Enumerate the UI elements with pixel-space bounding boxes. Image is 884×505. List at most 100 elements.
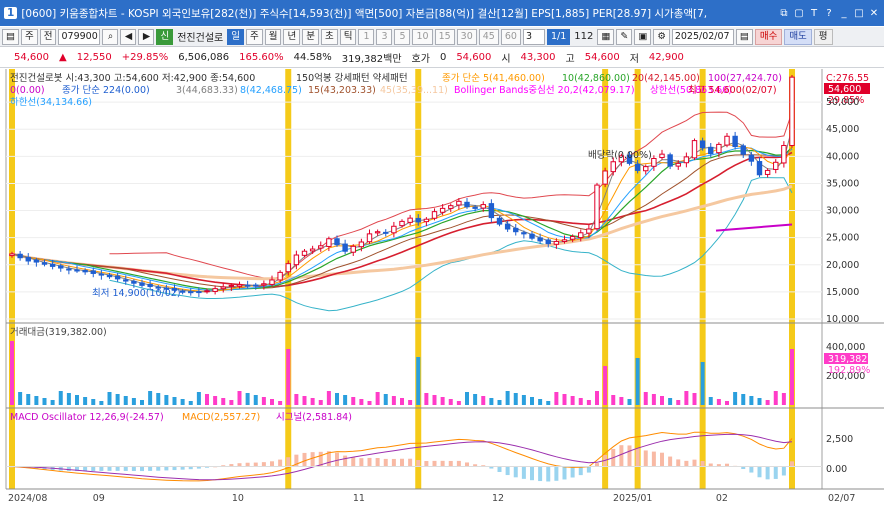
font-icon[interactable]: T bbox=[808, 8, 820, 19]
volume-bar bbox=[456, 401, 461, 405]
volume-tag: 319,382 bbox=[828, 354, 867, 365]
total-select[interactable]: 전 bbox=[39, 28, 57, 45]
help-icon[interactable]: ? bbox=[823, 8, 835, 19]
macd-osc-bar bbox=[343, 455, 348, 467]
candle-down bbox=[513, 227, 519, 233]
volume-bar bbox=[489, 398, 494, 405]
macd-osc-bar bbox=[643, 450, 648, 467]
pin-icon[interactable]: ▢ bbox=[793, 8, 805, 19]
ratio-tag: C:276.55 bbox=[826, 73, 869, 84]
interval-15[interactable]: 15 bbox=[434, 28, 455, 45]
maximize-icon[interactable]: □ bbox=[853, 8, 865, 19]
buy-button[interactable]: 매수 bbox=[754, 28, 783, 45]
price-info-bar: 54,600 ▲ 12,550 +29.85% 6,506,086 165.60… bbox=[0, 48, 884, 68]
candle-up bbox=[789, 76, 795, 146]
candle-down bbox=[634, 163, 641, 171]
candle-down bbox=[488, 203, 495, 219]
candle-up bbox=[659, 153, 665, 159]
interval-45[interactable]: 45 bbox=[478, 28, 499, 45]
macd-osc-bar bbox=[156, 466, 161, 471]
candle-down bbox=[106, 274, 113, 278]
volume-bar bbox=[725, 401, 729, 405]
signal-band bbox=[699, 69, 706, 489]
candle-down bbox=[383, 231, 389, 234]
macd-osc-bar bbox=[773, 466, 778, 479]
volume-bar bbox=[58, 391, 63, 405]
interval-30[interactable]: 30 bbox=[456, 28, 477, 45]
candle-down bbox=[147, 283, 153, 287]
date-input[interactable]: 2025/02/07 bbox=[671, 28, 734, 45]
period-week[interactable]: 주 bbox=[245, 28, 263, 45]
bollinger-lower-legend: 하한선(34,134.66) bbox=[10, 96, 92, 108]
open-price: 43,300 bbox=[520, 52, 556, 63]
interval-3[interactable]: 3 bbox=[376, 28, 393, 45]
candle-up bbox=[456, 200, 462, 206]
restore-icon[interactable]: ⧉ bbox=[778, 8, 790, 19]
macd-osc-bar bbox=[432, 460, 437, 467]
next-stock-icon[interactable]: ▶ bbox=[138, 28, 155, 45]
candle-up bbox=[391, 225, 397, 234]
volume-bar bbox=[310, 398, 315, 405]
candle-down bbox=[342, 243, 348, 252]
chart-area[interactable]: 전진건설로봇 시:43,300 고:54,600 저:42,900 종:54,6… bbox=[0, 69, 884, 505]
interval-1[interactable]: 1 bbox=[358, 28, 375, 45]
candle-up bbox=[309, 248, 316, 252]
candle-up bbox=[602, 170, 608, 185]
chart-menu-icon[interactable]: ▤ bbox=[2, 28, 19, 45]
high-marker: 최고 54,600(02/07) bbox=[688, 85, 777, 96]
chart-grid-icon[interactable]: ▦ bbox=[597, 28, 615, 45]
volume-bar bbox=[668, 398, 673, 405]
interval-5[interactable]: 5 bbox=[394, 28, 411, 45]
sell-button[interactable]: 매도 bbox=[784, 28, 812, 45]
volume-bar bbox=[34, 396, 39, 405]
type-select[interactable]: 주 bbox=[20, 28, 38, 45]
minimize-icon[interactable]: _ bbox=[838, 8, 850, 19]
macd-osc-legend: MACD Oscillator 12,26,9(-24.57) bbox=[10, 412, 164, 423]
price-axis-label: 20,000 bbox=[826, 260, 859, 271]
macd-osc-bar bbox=[440, 460, 445, 467]
volume-bar bbox=[578, 398, 583, 405]
volume-bar bbox=[213, 396, 218, 405]
period-day[interactable]: 일 bbox=[227, 28, 244, 45]
window-number: 1 bbox=[4, 7, 18, 19]
calendar-icon[interactable]: ▤ bbox=[735, 28, 753, 45]
prev-stock-icon[interactable]: ◀ bbox=[120, 28, 137, 45]
ma20-legend: 20(42,145.00) bbox=[632, 73, 700, 84]
settings-icon[interactable]: ⚙ bbox=[653, 28, 670, 45]
eval-button[interactable]: 평 bbox=[813, 28, 833, 45]
stock-code-input[interactable]: 079900 bbox=[58, 28, 101, 45]
candle-down bbox=[123, 279, 129, 282]
candle-down bbox=[196, 291, 202, 294]
candle-down bbox=[33, 259, 40, 263]
interval-10[interactable]: 10 bbox=[412, 28, 433, 45]
candle-up bbox=[293, 254, 300, 266]
candle-down bbox=[699, 140, 706, 149]
ratio-icon[interactable]: 1/1 bbox=[546, 28, 571, 45]
period-year[interactable]: 년 bbox=[283, 28, 301, 45]
macd-osc-bar bbox=[595, 463, 599, 467]
date-axis-label: 02 bbox=[716, 493, 728, 504]
search-icon[interactable]: ⌕ bbox=[102, 28, 119, 45]
macd-osc-bar bbox=[107, 466, 112, 471]
close-icon[interactable]: ✕ bbox=[868, 8, 880, 19]
interval-60[interactable]: 60 bbox=[500, 28, 521, 45]
volume-bar bbox=[660, 396, 664, 405]
volume-bar bbox=[521, 395, 526, 405]
save-icon[interactable]: ▣ bbox=[634, 28, 652, 45]
interval-input[interactable]: 3 bbox=[522, 28, 545, 45]
period-second[interactable]: 초 bbox=[320, 28, 338, 45]
price-change-pct: +29.85% bbox=[121, 52, 169, 63]
candle-down bbox=[732, 135, 738, 148]
volume-bar bbox=[790, 349, 794, 405]
volume-bar bbox=[400, 398, 404, 405]
volume-bar bbox=[75, 395, 79, 405]
candle-down bbox=[521, 232, 527, 235]
candle-down bbox=[90, 270, 96, 274]
macd-osc-bar bbox=[692, 459, 697, 467]
drawing-icon[interactable]: ✎ bbox=[616, 28, 633, 45]
period-tick[interactable]: 틱 bbox=[339, 28, 357, 45]
period-month[interactable]: 월 bbox=[264, 28, 282, 45]
macd-osc-bar bbox=[684, 460, 689, 467]
period-minute[interactable]: 분 bbox=[302, 28, 319, 45]
volume-bar bbox=[131, 398, 136, 405]
